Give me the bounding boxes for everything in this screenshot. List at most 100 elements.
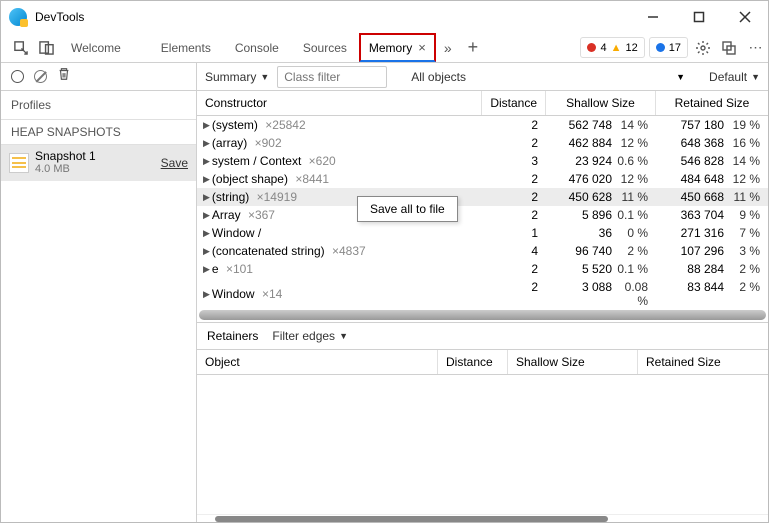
snapshot-save-link[interactable]: Save bbox=[161, 156, 188, 170]
col-constructor[interactable]: Constructor bbox=[197, 91, 482, 115]
expand-icon[interactable]: ▶ bbox=[203, 120, 210, 131]
instance-count: ×25842 bbox=[265, 118, 305, 132]
memory-toolbar: Summary▼ All objects ▼ Default▼ bbox=[1, 63, 768, 91]
status-info[interactable]: 17 bbox=[649, 37, 688, 58]
cell-distance: 2 bbox=[482, 136, 546, 150]
expand-icon[interactable]: ▶ bbox=[203, 289, 210, 300]
ret-col-shallow[interactable]: Shallow Size bbox=[508, 350, 638, 374]
clear-icon[interactable] bbox=[34, 70, 47, 83]
table-row[interactable]: ▶ (object shape) ×84412476 02012 %484 64… bbox=[197, 170, 768, 188]
cell-shallow-pct: 0.1 % bbox=[616, 262, 656, 276]
minimize-button[interactable] bbox=[630, 1, 676, 33]
profiles-header: Profiles bbox=[1, 91, 196, 119]
col-shallow[interactable]: Shallow Size bbox=[546, 91, 656, 115]
maximize-button[interactable] bbox=[676, 1, 722, 33]
constructor-rows: ▶ (system) ×258422562 74814 %757 18019 %… bbox=[197, 116, 768, 310]
cell-retained-pct: 2 % bbox=[728, 280, 768, 308]
cell-retained: 363 704 bbox=[656, 208, 728, 222]
inspect-icon[interactable] bbox=[7, 33, 33, 62]
expand-icon[interactable]: ▶ bbox=[203, 156, 210, 167]
table-row[interactable]: ▶ Window / 1360 %271 3167 % bbox=[197, 224, 768, 242]
add-tab-icon[interactable]: + bbox=[460, 33, 487, 62]
group-dropdown[interactable]: Default▼ bbox=[709, 70, 760, 84]
cell-distance: 2 bbox=[482, 190, 546, 204]
view-dropdown[interactable]: Summary▼ bbox=[205, 70, 269, 84]
cell-shallow: 23 924 bbox=[546, 154, 616, 168]
record-icon[interactable] bbox=[11, 70, 24, 83]
instance-count: ×101 bbox=[226, 262, 253, 276]
col-retained[interactable]: Retained Size bbox=[656, 91, 768, 115]
col-distance[interactable]: Distance bbox=[482, 91, 546, 115]
cell-shallow: 5 520 bbox=[546, 262, 616, 276]
filter-edges-dropdown[interactable]: Filter edges ▼ bbox=[272, 329, 348, 343]
delete-icon[interactable] bbox=[57, 67, 71, 86]
expand-icon[interactable]: ▶ bbox=[203, 210, 210, 221]
cell-distance: 2 bbox=[482, 280, 546, 308]
tabbar: Welcome Elements Console Sources Memory×… bbox=[1, 33, 768, 63]
context-menu-save-all[interactable]: Save all to file bbox=[357, 196, 458, 222]
cell-retained-pct: 7 % bbox=[728, 226, 768, 240]
ret-col-retained[interactable]: Retained Size bbox=[638, 350, 768, 374]
kebab-menu-icon[interactable]: ⋯ bbox=[742, 39, 768, 56]
table-row[interactable]: ▶ Array ×36725 8960.1 %363 7049 % bbox=[197, 206, 768, 224]
table-row[interactable]: ▶ e ×10125 5200.1 %88 2842 % bbox=[197, 260, 768, 278]
constructor-name: (array) bbox=[212, 136, 247, 150]
constructor-name: Window / bbox=[212, 226, 261, 240]
table-row[interactable]: ▶ system / Context ×620323 9240.6 %546 8… bbox=[197, 152, 768, 170]
table-row[interactable]: ▶ Window ×1423 0880.08 %83 8442 % bbox=[197, 278, 768, 310]
more-tabs-icon[interactable]: » bbox=[436, 33, 460, 62]
settings-icon[interactable] bbox=[690, 40, 716, 56]
scope-dropdown[interactable]: All objects bbox=[411, 70, 466, 84]
instance-count: ×4837 bbox=[332, 244, 366, 258]
cell-retained-pct: 12 % bbox=[728, 172, 768, 186]
cell-retained: 88 284 bbox=[656, 262, 728, 276]
dock-icon[interactable] bbox=[716, 40, 742, 56]
constructor-name: (object shape) bbox=[212, 172, 288, 186]
instance-count: ×902 bbox=[255, 136, 282, 150]
cell-shallow: 96 740 bbox=[546, 244, 616, 258]
instance-count: ×367 bbox=[248, 208, 275, 222]
expand-icon[interactable]: ▶ bbox=[203, 174, 210, 185]
cell-retained-pct: 11 % bbox=[728, 190, 768, 204]
device-icon[interactable] bbox=[33, 33, 59, 62]
expand-icon[interactable]: ▶ bbox=[203, 192, 210, 203]
snapshot-item[interactable]: Snapshot 1 4.0 MB Save bbox=[1, 145, 196, 181]
expand-icon[interactable]: ▶ bbox=[203, 228, 210, 239]
app-icon bbox=[9, 8, 27, 26]
constructor-name: Window bbox=[212, 287, 255, 301]
retainers-bar: Retainers Filter edges ▼ bbox=[197, 322, 768, 349]
expand-icon[interactable]: ▶ bbox=[203, 138, 210, 149]
ret-col-distance[interactable]: Distance bbox=[438, 350, 508, 374]
tab-welcome[interactable]: Welcome bbox=[59, 33, 133, 62]
cell-distance: 2 bbox=[482, 172, 546, 186]
bottom-scrollbar[interactable] bbox=[197, 514, 768, 522]
constructor-name: (system) bbox=[212, 118, 258, 132]
horizontal-scrollbar[interactable] bbox=[199, 310, 766, 320]
tab-sources[interactable]: Sources bbox=[291, 33, 359, 62]
close-button[interactable] bbox=[722, 1, 768, 33]
cell-distance: 2 bbox=[482, 208, 546, 222]
expand-icon[interactable]: ▶ bbox=[203, 246, 210, 257]
table-row[interactable]: ▶ (string) ×149192450 62811 %450 66811 % bbox=[197, 188, 768, 206]
instance-count: ×620 bbox=[309, 154, 336, 168]
table-row[interactable]: ▶ (concatenated string) ×4837496 7402 %1… bbox=[197, 242, 768, 260]
class-filter-input[interactable] bbox=[277, 66, 387, 88]
cell-shallow-pct: 0.1 % bbox=[616, 208, 656, 222]
cell-retained-pct: 19 % bbox=[728, 118, 768, 132]
sidebar: Profiles HEAP SNAPSHOTS Snapshot 1 4.0 M… bbox=[1, 91, 197, 522]
retainers-body bbox=[197, 375, 768, 514]
status-errors-warnings[interactable]: 4 ▲12 bbox=[580, 37, 644, 58]
cell-distance: 2 bbox=[482, 118, 546, 132]
table-row[interactable]: ▶ (array) ×9022462 88412 %648 36816 % bbox=[197, 134, 768, 152]
tab-memory[interactable]: Memory× bbox=[359, 33, 436, 62]
ret-col-object[interactable]: Object bbox=[197, 350, 438, 374]
tab-console[interactable]: Console bbox=[223, 33, 291, 62]
cell-shallow-pct: 0 % bbox=[616, 226, 656, 240]
tab-elements[interactable]: Elements bbox=[149, 33, 223, 62]
cell-shallow-pct: 11 % bbox=[616, 190, 656, 204]
close-tab-icon[interactable]: × bbox=[418, 40, 426, 55]
cell-shallow-pct: 14 % bbox=[616, 118, 656, 132]
table-row[interactable]: ▶ (system) ×258422562 74814 %757 18019 % bbox=[197, 116, 768, 134]
expand-icon[interactable]: ▶ bbox=[203, 264, 210, 275]
cell-shallow: 476 020 bbox=[546, 172, 616, 186]
